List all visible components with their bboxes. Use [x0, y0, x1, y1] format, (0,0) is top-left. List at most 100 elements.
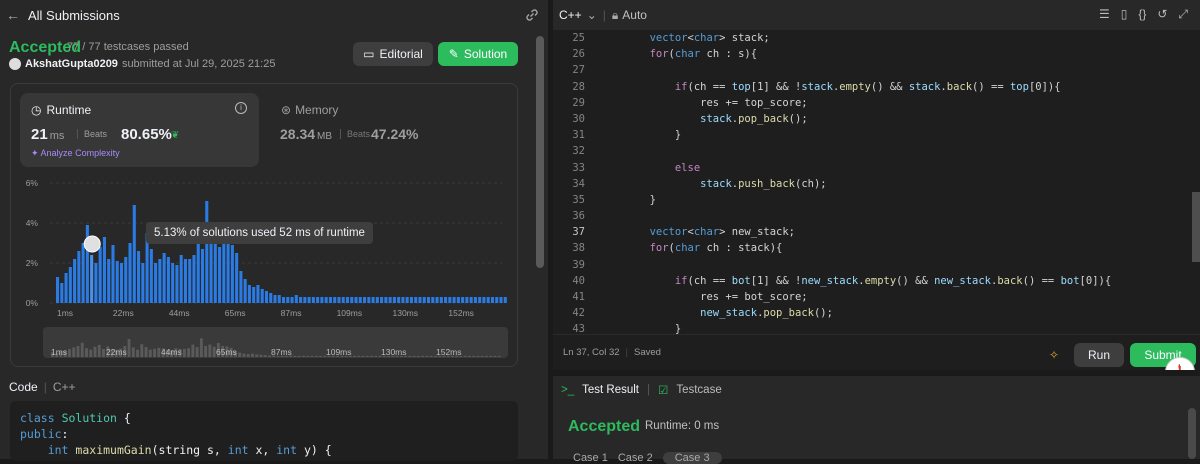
chart-bar[interactable]	[166, 257, 170, 303]
chevron-down-icon[interactable]: ⌄	[587, 8, 597, 22]
chart-bar[interactable]	[98, 247, 102, 303]
chart-bar[interactable]	[183, 259, 187, 303]
chart-range-selector[interactable]: 1ms 22ms 44ms 65ms 87ms 109ms 130ms 152ms	[43, 327, 508, 358]
chart-bar[interactable]	[102, 237, 106, 303]
chart-bar[interactable]	[149, 249, 153, 303]
chart-bar[interactable]	[456, 297, 460, 303]
chart-bar[interactable]	[380, 297, 384, 303]
analyze-complexity-link[interactable]: ✦ Analyze Complexity	[31, 148, 120, 159]
chart-bar[interactable]	[247, 285, 251, 303]
chart-bar[interactable]	[414, 297, 418, 303]
braces-icon[interactable]: {}	[1138, 7, 1146, 22]
chart-bar[interactable]	[230, 245, 234, 303]
chart-bar[interactable]	[162, 253, 166, 303]
your-submission-marker[interactable]	[83, 235, 101, 253]
chart-bar[interactable]	[439, 297, 443, 303]
chart-bar[interactable]	[316, 297, 320, 303]
chart-bar[interactable]	[482, 297, 486, 303]
chart-bar[interactable]	[345, 297, 350, 303]
auto-mode[interactable]: Auto	[622, 8, 647, 22]
code-editor[interactable]: 2526272829303132333435363738394041424344…	[553, 30, 1200, 334]
chart-bar[interactable]	[196, 235, 200, 303]
username[interactable]: AkshatGupta0209	[25, 58, 118, 70]
all-submissions-link[interactable]: All Submissions	[28, 8, 120, 23]
left-scrollbar[interactable]	[536, 36, 544, 268]
chart-bar[interactable]	[141, 263, 145, 303]
bookmark-icon[interactable]: ▯	[1121, 7, 1128, 22]
chart-bar[interactable]	[273, 295, 277, 303]
chart-bar[interactable]	[401, 297, 405, 303]
chart-bar[interactable]	[384, 297, 388, 303]
chart-bar[interactable]	[68, 267, 72, 303]
chart-bar[interactable]	[444, 297, 448, 303]
editor-scrollbar[interactable]	[1192, 192, 1200, 262]
back-arrow-icon[interactable]: ←	[6, 7, 20, 23]
chart-bar[interactable]	[60, 283, 64, 303]
reset-icon[interactable]: ↺	[1157, 7, 1167, 22]
chart-bar[interactable]	[461, 297, 465, 303]
chart-bar[interactable]	[290, 297, 294, 303]
chart-bar[interactable]	[64, 273, 68, 303]
chart-bar[interactable]	[431, 297, 435, 303]
chart-bar[interactable]	[354, 297, 358, 303]
chart-bar[interactable]	[388, 297, 392, 303]
chart-bar[interactable]	[239, 271, 243, 303]
chart-bar[interactable]	[409, 297, 413, 303]
chart-bar[interactable]	[192, 255, 196, 303]
chart-bar[interactable]	[337, 297, 341, 303]
chart-bar[interactable]	[299, 297, 303, 303]
chart-bar[interactable]	[124, 257, 128, 303]
chart-bar[interactable]	[418, 297, 422, 303]
runtime-distribution-chart[interactable]: 6% 4% 2% 0% 1ms 22ms 44ms 65ms 87ms 109ms 130ms 152…	[20, 175, 510, 320]
chart-bar[interactable]	[218, 247, 222, 303]
chart-bar[interactable]	[495, 297, 499, 303]
chart-bar[interactable]	[158, 259, 162, 303]
chart-bar[interactable]	[486, 297, 490, 303]
chart-bar[interactable]	[115, 261, 119, 303]
chart-bar[interactable]	[435, 297, 439, 303]
chart-bar[interactable]	[277, 295, 281, 303]
link-icon[interactable]	[524, 7, 540, 23]
chart-bar[interactable]	[179, 255, 183, 303]
chart-bar[interactable]	[111, 245, 115, 303]
chart-bar[interactable]	[405, 297, 409, 303]
chart-bar[interactable]	[209, 243, 213, 303]
chart-bar[interactable]	[294, 295, 298, 303]
code-content[interactable]: vector<char> stack; for(char ch : s){ if…	[599, 30, 1112, 334]
chart-bar[interactable]	[367, 297, 371, 303]
chart-bar[interactable]	[311, 297, 315, 303]
chart-bar[interactable]	[154, 263, 158, 303]
chart-bar[interactable]	[371, 297, 375, 303]
chart-bar[interactable]	[350, 297, 354, 303]
editorial-button[interactable]: ▭ Editorial	[353, 42, 433, 66]
chart-bar[interactable]	[282, 297, 286, 303]
chart-bar[interactable]	[503, 297, 507, 303]
chart-bar[interactable]	[499, 297, 503, 303]
chart-bar[interactable]	[303, 297, 307, 303]
chart-bar[interactable]	[128, 243, 132, 303]
chart-bar[interactable]	[307, 297, 311, 303]
chart-bar[interactable]	[107, 259, 111, 303]
chart-bar[interactable]	[205, 201, 209, 303]
chart-bar[interactable]	[81, 243, 85, 303]
chart-bar[interactable]	[171, 263, 175, 303]
chart-bar[interactable]	[328, 297, 332, 303]
chart-bar[interactable]	[213, 235, 217, 303]
chart-bar[interactable]	[465, 297, 469, 303]
chart-bar[interactable]	[56, 277, 60, 303]
chart-bar[interactable]	[333, 297, 337, 303]
chart-bar[interactable]	[137, 251, 141, 303]
chart-bar[interactable]	[320, 297, 324, 303]
chart-bar[interactable]	[324, 297, 328, 303]
chart-bar[interactable]	[94, 263, 98, 303]
chart-bar[interactable]	[341, 297, 345, 303]
chart-bar[interactable]	[426, 297, 431, 303]
test-scrollbar[interactable]	[1188, 408, 1196, 459]
expand-icon[interactable]: ⤢	[1178, 7, 1188, 22]
runtime-card[interactable]: ◷ Runtime i 21 ms Beats 80.65% ❦ ✦ Analyz…	[20, 93, 259, 167]
case-1-button[interactable]: Case 1	[573, 452, 608, 464]
format-icon[interactable]: ☰	[1099, 7, 1110, 22]
chart-bar[interactable]	[200, 249, 205, 303]
tab-testcase[interactable]: Testcase	[676, 384, 721, 396]
chart-bar[interactable]	[175, 265, 179, 303]
